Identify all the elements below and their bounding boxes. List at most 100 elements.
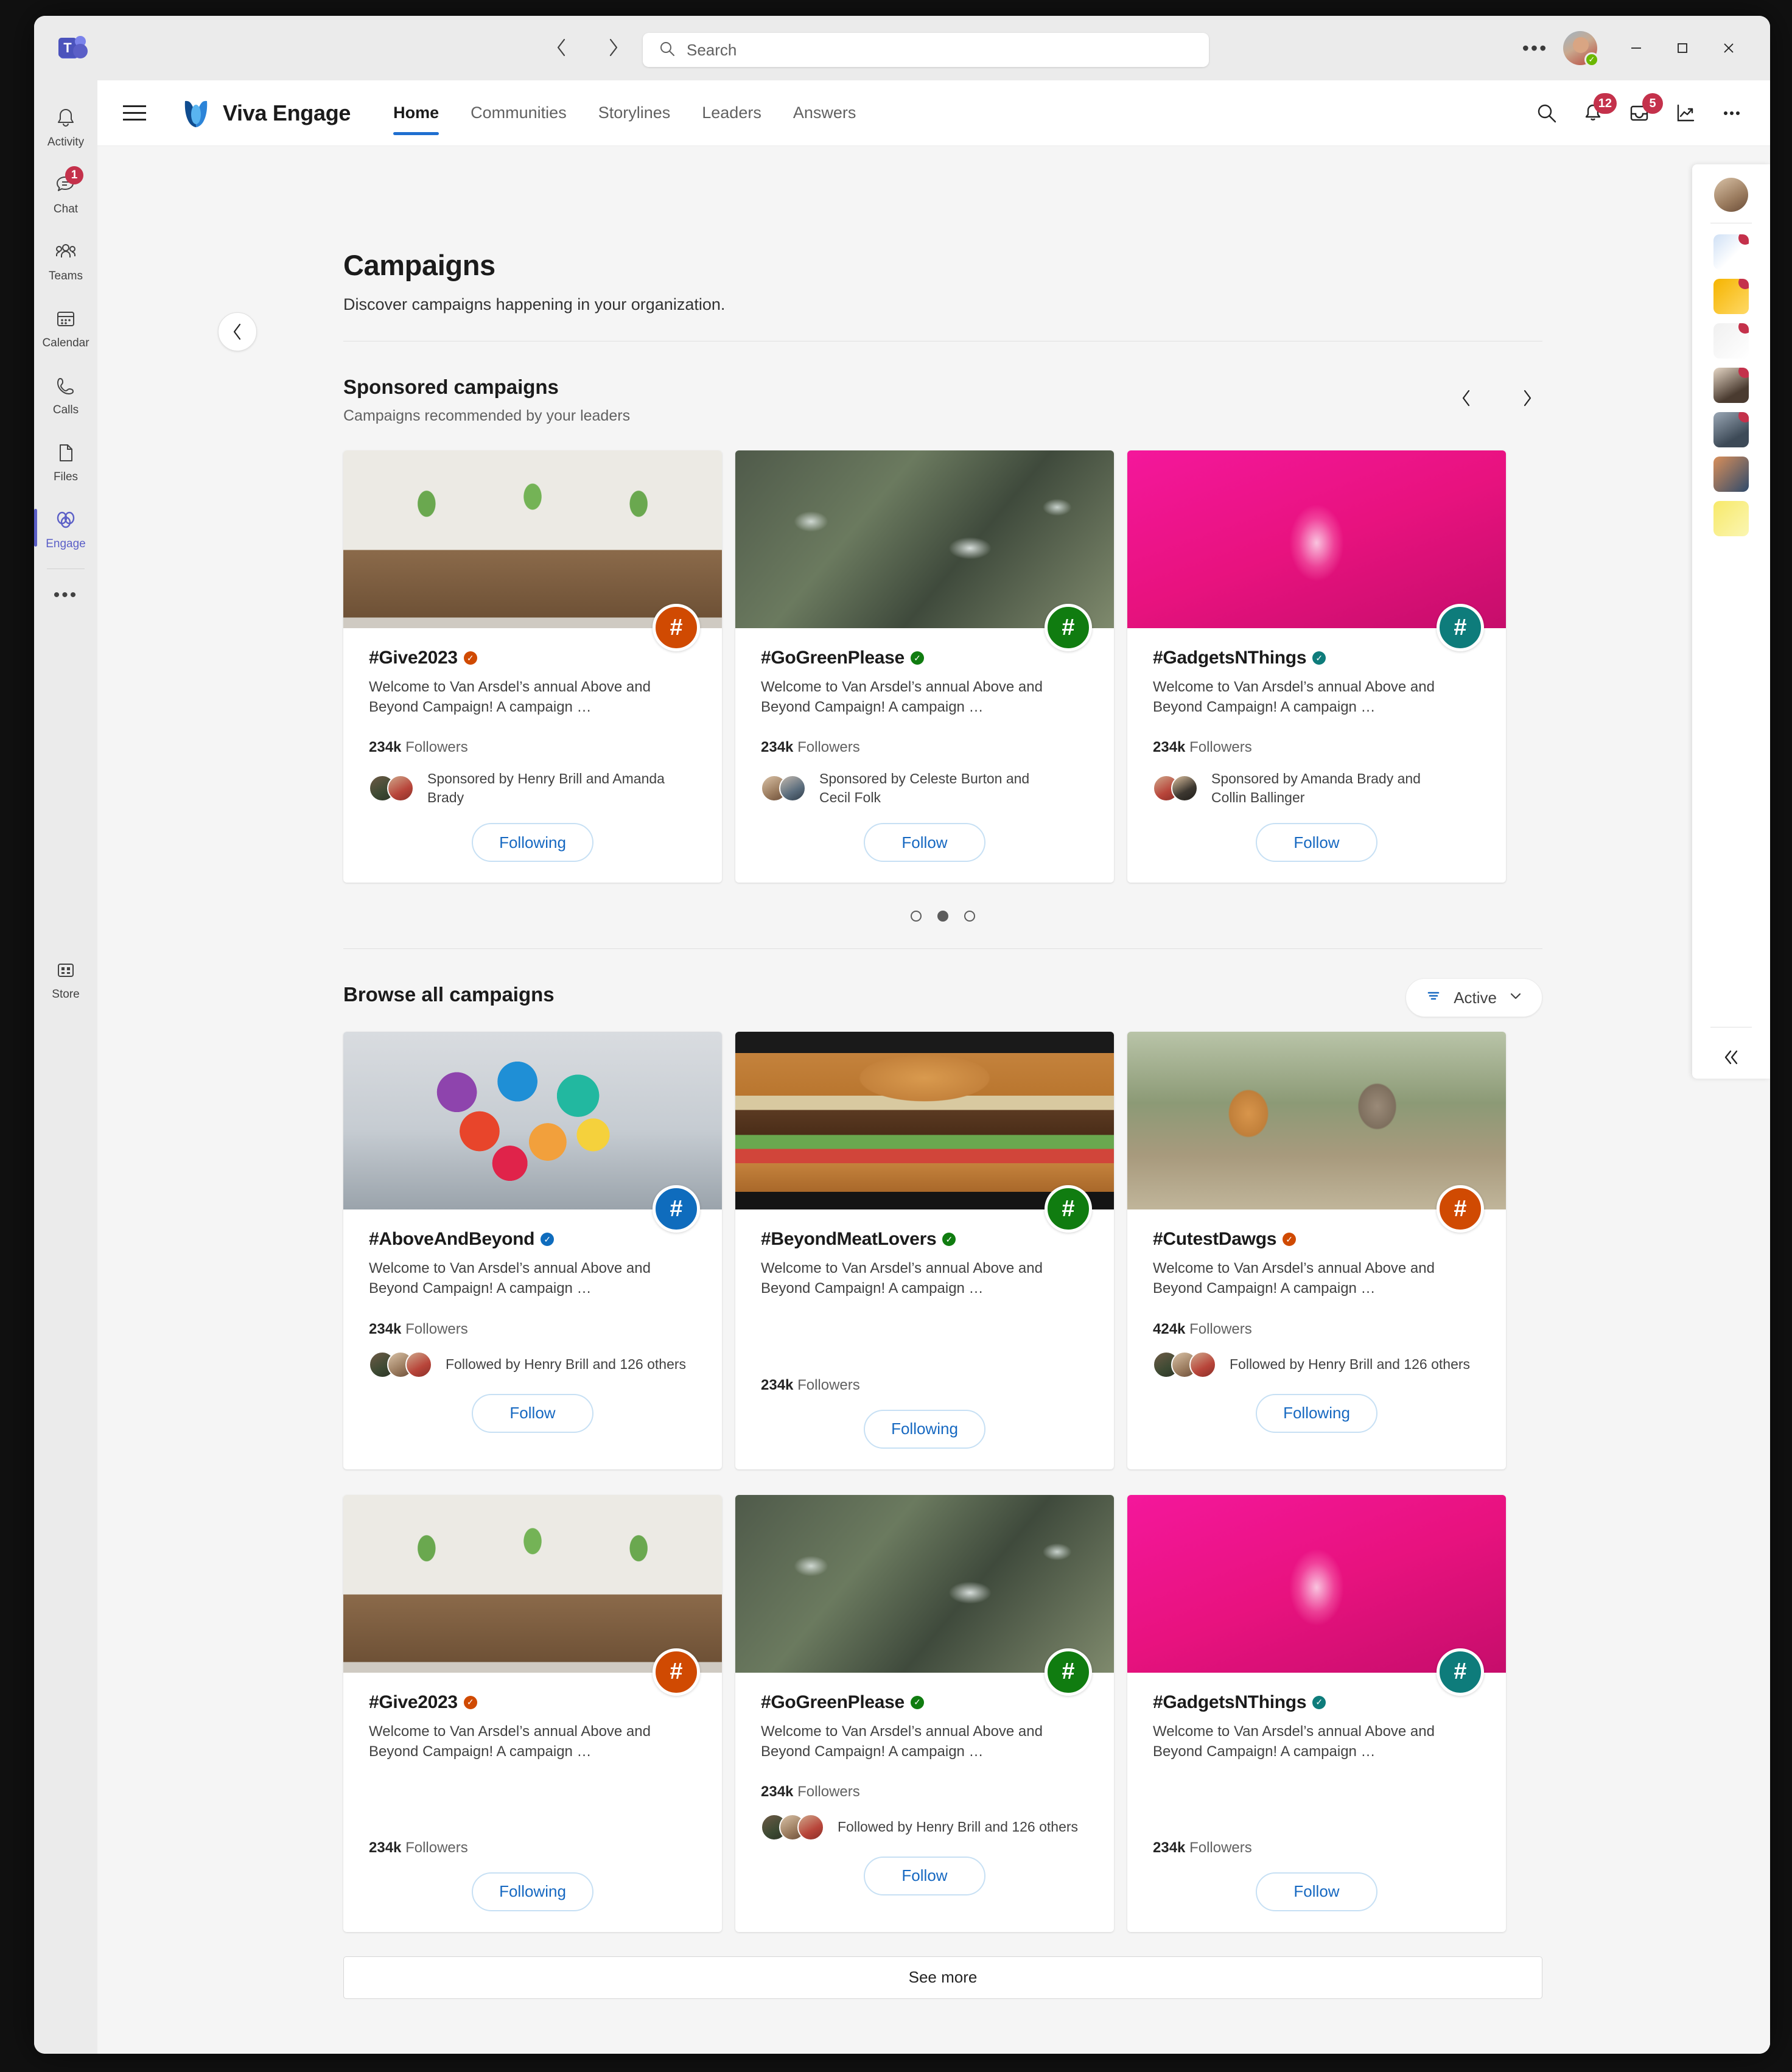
follow-button[interactable]: Follow bbox=[1256, 1872, 1377, 1911]
tab-storylines[interactable]: Storylines bbox=[583, 80, 687, 146]
sidebar-item-files[interactable]: Files bbox=[34, 427, 97, 494]
tab-answers[interactable]: Answers bbox=[777, 80, 872, 146]
follow-button[interactable]: Follow bbox=[864, 1856, 985, 1895]
campaign-card[interactable]: # #CutestDawgs ✓ Welcome to Van Arsdel’s… bbox=[1127, 1032, 1506, 1469]
insights-app-icon[interactable] bbox=[1713, 279, 1749, 314]
analytics-icon[interactable] bbox=[1668, 96, 1703, 131]
campaign-name: #GadgetsNThings bbox=[1153, 1692, 1307, 1712]
carousel-dot[interactable] bbox=[964, 911, 975, 922]
carousel-dot[interactable] bbox=[911, 911, 922, 922]
sidebar-item-teams[interactable]: Teams bbox=[34, 226, 97, 293]
follow-button[interactable]: Follow bbox=[1256, 823, 1377, 863]
follow-button[interactable]: Following bbox=[864, 1409, 985, 1449]
screen: T Search ••• ✓ Activity 1 Chat Teams Cal… bbox=[0, 0, 1792, 2072]
section-title: Sponsored campaigns bbox=[343, 376, 559, 398]
carousel-next-button[interactable] bbox=[1512, 383, 1542, 413]
sidebar-item-engage[interactable]: Engage bbox=[34, 494, 97, 561]
avatar bbox=[1189, 1351, 1216, 1378]
verified-badge-icon: ✓ bbox=[1283, 1233, 1297, 1247]
facepile bbox=[1153, 1351, 1216, 1378]
copilot-app-icon[interactable] bbox=[1713, 234, 1749, 270]
followers-row: Followed by Henry Brill and 126 others bbox=[1153, 1351, 1480, 1378]
header-tabs: Home Communities Storylines Leaders Answ… bbox=[377, 80, 872, 146]
followers-count: 424k Followers bbox=[1153, 1321, 1480, 1338]
followers-label: Followers bbox=[405, 1320, 468, 1337]
campaign-card[interactable]: # #AboveAndBeyond ✓ Welcome to Van Arsde… bbox=[343, 1032, 722, 1469]
follow-button[interactable]: Follow bbox=[472, 1393, 593, 1433]
praise-app-icon[interactable] bbox=[1713, 323, 1749, 359]
user-avatar[interactable]: ✓ bbox=[1563, 31, 1599, 67]
see-more-button[interactable]: See more bbox=[343, 1956, 1542, 1999]
followers-text: Followed by Henry Brill and 126 others bbox=[838, 1819, 1079, 1835]
more-icon[interactable] bbox=[1714, 96, 1749, 131]
sidebar-item-label: Store bbox=[52, 988, 80, 1001]
sponsors-row: Sponsored by Henry Brill and Amanda Brad… bbox=[369, 769, 696, 807]
sidebar-item-calls[interactable]: Calls bbox=[34, 360, 97, 427]
tab-communities[interactable]: Communities bbox=[455, 80, 583, 146]
followers-count: 234k Followers bbox=[369, 1321, 696, 1338]
campaign-card[interactable]: # #Give2023 ✓ Welcome to Van Arsdel’s an… bbox=[343, 1494, 722, 1932]
verified-badge-icon: ✓ bbox=[910, 651, 924, 665]
maximize-button[interactable] bbox=[1659, 29, 1706, 67]
campaign-card[interactable]: # #GoGreenPlease ✓ Welcome to Van Arsdel… bbox=[735, 450, 1114, 883]
campaign-card[interactable]: # #GadgetsNThings ✓ Welcome to Van Arsde… bbox=[1127, 450, 1506, 883]
avatar[interactable] bbox=[1714, 178, 1748, 212]
campaign-name: #GoGreenPlease bbox=[761, 1692, 905, 1712]
notifications-bell-icon[interactable]: 12 bbox=[1575, 93, 1617, 131]
chevron-down-icon bbox=[1508, 988, 1524, 1008]
carousel-prev-button[interactable] bbox=[1451, 383, 1482, 413]
campaign-card[interactable]: # #GadgetsNThings ✓ Welcome to Van Arsde… bbox=[1127, 1494, 1506, 1932]
close-button[interactable] bbox=[1706, 29, 1752, 67]
sidebar-item-store[interactable]: Store bbox=[34, 945, 97, 1012]
titlebar-more-button[interactable]: ••• bbox=[1512, 29, 1558, 67]
filter-dropdown[interactable]: Active bbox=[1405, 978, 1542, 1018]
sidebar-item-chat[interactable]: 1 Chat bbox=[34, 159, 97, 226]
followers-label: Followers bbox=[1189, 1839, 1252, 1856]
person-app-icon[interactable] bbox=[1713, 368, 1749, 403]
follow-button[interactable]: Following bbox=[472, 1872, 593, 1911]
followers-text: Followed by Henry Brill and 126 others bbox=[1230, 1356, 1471, 1372]
hamburger-icon[interactable] bbox=[123, 97, 156, 130]
rail-more-apps-button[interactable]: ••• bbox=[34, 569, 97, 621]
follow-button[interactable]: Follow bbox=[864, 823, 985, 863]
followers-label: Followers bbox=[797, 1376, 860, 1393]
notes-app-icon[interactable] bbox=[1713, 501, 1749, 536]
meeting-app-icon[interactable] bbox=[1713, 412, 1749, 447]
page-inner: Campaigns Discover campaigns happening i… bbox=[343, 146, 1542, 1999]
campaign-cover-image bbox=[343, 1494, 722, 1673]
global-search-box[interactable]: Search bbox=[643, 33, 1209, 67]
window-titlebar: T Search ••• ✓ bbox=[34, 16, 1770, 80]
group-app-icon[interactable] bbox=[1713, 457, 1749, 492]
campaign-card[interactable]: # #GoGreenPlease ✓ Welcome to Van Arsdel… bbox=[735, 1494, 1114, 1932]
tab-home[interactable]: Home bbox=[377, 80, 455, 146]
campaign-card[interactable]: # #BeyondMeatLovers ✓ Welcome to Van Ars… bbox=[735, 1032, 1114, 1469]
nav-forward-button[interactable] bbox=[598, 32, 629, 63]
campaign-card[interactable]: # #Give2023 ✓ Welcome to Van Arsdel’s an… bbox=[343, 450, 722, 883]
search-icon[interactable] bbox=[1529, 96, 1564, 131]
follow-button[interactable]: Following bbox=[1256, 1393, 1377, 1433]
campaign-cover-image bbox=[735, 450, 1114, 628]
collapse-right-rail-button[interactable] bbox=[1692, 1048, 1770, 1066]
carousel-dot-active[interactable] bbox=[937, 911, 948, 922]
hashtag-icon: # bbox=[1045, 1185, 1092, 1233]
engage-icon bbox=[52, 506, 80, 534]
unread-badge bbox=[1738, 323, 1749, 334]
filter-icon bbox=[1424, 987, 1443, 1009]
sidebar-item-calendar[interactable]: Calendar bbox=[34, 293, 97, 360]
inbox-icon[interactable]: 5 bbox=[1622, 93, 1663, 131]
minimize-button[interactable] bbox=[1613, 29, 1659, 67]
page-back-button[interactable] bbox=[218, 312, 257, 351]
sidebar-item-activity[interactable]: Activity bbox=[34, 93, 97, 159]
nav-back-button[interactable] bbox=[545, 32, 577, 63]
unread-badge bbox=[1738, 279, 1749, 289]
search-input-placeholder[interactable]: Search bbox=[687, 41, 737, 60]
campaign-cover-image bbox=[343, 1032, 722, 1210]
calendar-icon bbox=[52, 305, 80, 333]
facepile bbox=[761, 1813, 824, 1841]
window-nav-arrows bbox=[545, 32, 629, 63]
filter-label: Active bbox=[1454, 988, 1497, 1007]
followers-number: 424k bbox=[1153, 1320, 1186, 1337]
followers-label: Followers bbox=[405, 739, 468, 756]
tab-leaders[interactable]: Leaders bbox=[686, 80, 777, 146]
follow-button[interactable]: Following bbox=[472, 823, 593, 863]
